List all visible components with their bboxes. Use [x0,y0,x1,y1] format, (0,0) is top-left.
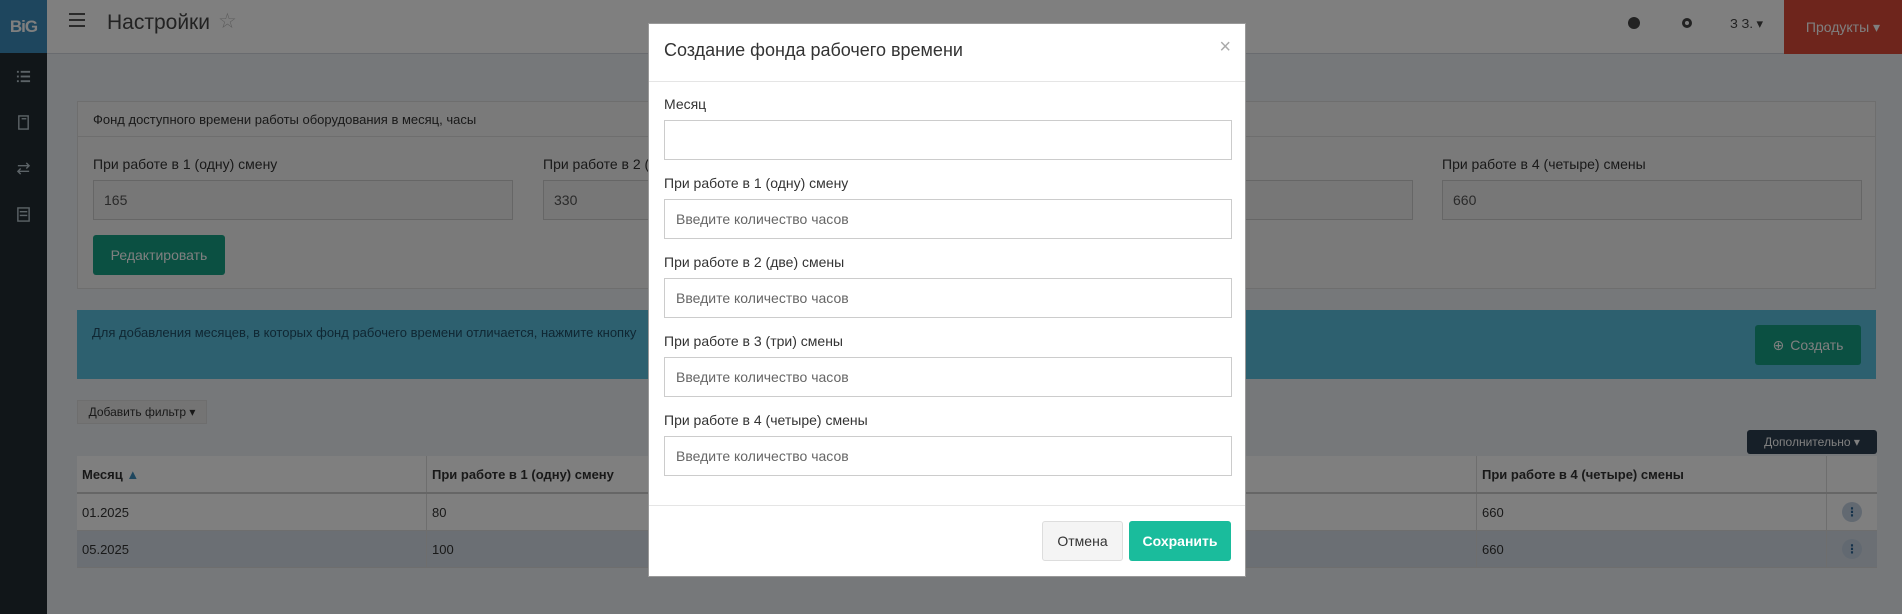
shift-1-label: При работе в 1 (одну) смену [664,175,849,191]
shift-4-label: При работе в 4 (четыре) смены [664,412,868,428]
cancel-button[interactable]: Отмена [1042,521,1123,561]
shift-3-input[interactable] [664,357,1232,397]
month-input[interactable] [664,120,1232,160]
shift-1-input[interactable] [664,199,1232,239]
shift-4-input[interactable] [664,436,1232,476]
shift-2-input[interactable] [664,278,1232,318]
close-icon[interactable]: × [1219,36,1231,59]
save-button[interactable]: Сохранить [1129,521,1231,561]
shift-2-label: При работе в 2 (две) смены [664,254,845,270]
month-label: Месяц [664,96,707,112]
modal-footer: Отмена Сохранить [649,505,1245,577]
create-fund-modal: Создание фонда рабочего времени × Месяц … [648,23,1246,577]
modal-header: Создание фонда рабочего времени × [649,24,1245,82]
modal-title: Создание фонда рабочего времени [664,40,963,60]
shift-3-label: При работе в 3 (три) смены [664,333,843,349]
